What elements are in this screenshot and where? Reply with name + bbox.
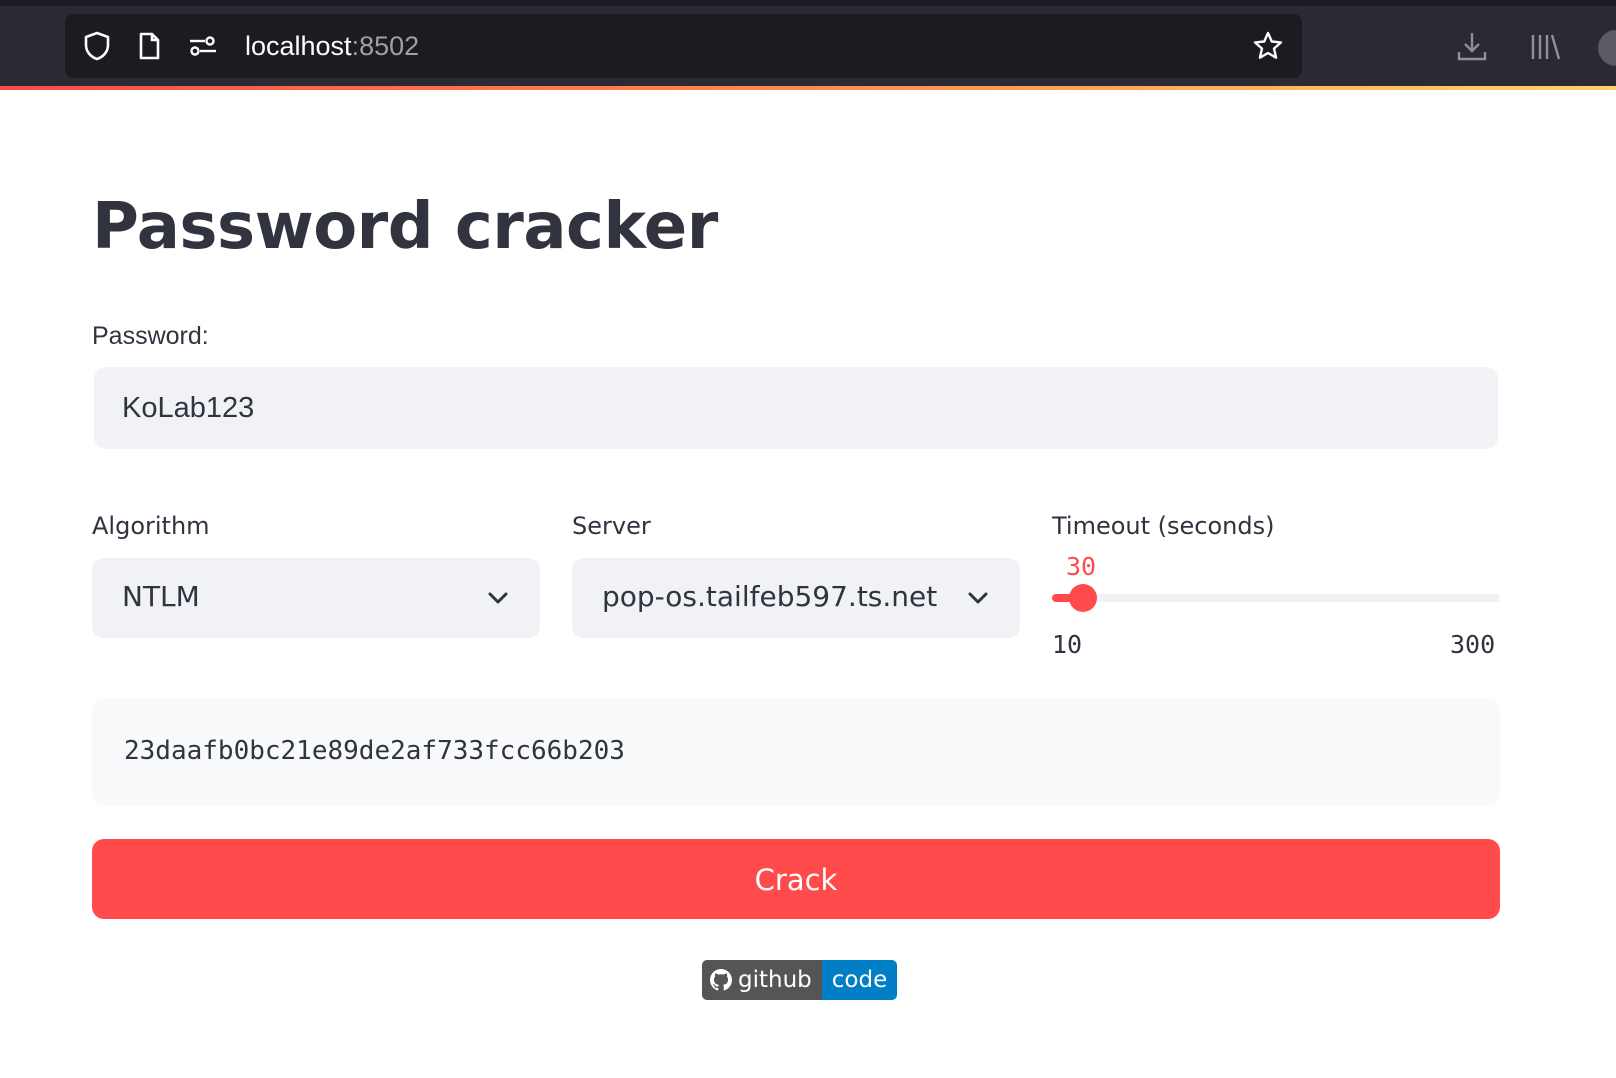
url-port: :8502 [351, 31, 420, 61]
page-title: Password cracker [92, 190, 718, 264]
slider-max-label: 300 [1450, 630, 1496, 659]
shield-icon[interactable] [81, 30, 113, 62]
password-label: Password: [92, 322, 209, 350]
github-icon [710, 969, 732, 991]
server-selected-value: pop-os.tailfeb597.ts.net [602, 580, 938, 613]
url-host: localhost [245, 31, 352, 61]
timeout-label: Timeout (seconds) [1052, 512, 1275, 540]
timeout-slider[interactable] [1052, 584, 1500, 612]
page-icon[interactable] [133, 30, 165, 62]
badge-right-text: code [831, 967, 888, 993]
crack-button[interactable]: Crack [92, 839, 1500, 919]
chevron-down-icon [968, 592, 988, 604]
badge-right: code [821, 960, 898, 1000]
browser-toolbar: localhost:8502 [0, 0, 1616, 86]
badge-left-text: github [738, 967, 812, 993]
hash-value: 23daafb0bc21e89de2af733fcc66b203 [124, 736, 625, 766]
downloads-icon[interactable] [1455, 30, 1489, 64]
account-icon[interactable] [1598, 30, 1616, 66]
address-bar[interactable]: localhost:8502 [65, 14, 1302, 78]
algorithm-select[interactable]: NTLM [92, 558, 540, 638]
server-label: Server [572, 512, 651, 540]
password-input[interactable]: KoLab123 [94, 367, 1498, 449]
chevron-down-icon [488, 592, 508, 604]
slider-min-label: 10 [1052, 630, 1083, 659]
library-icon[interactable] [1528, 30, 1562, 64]
slider-thumb[interactable] [1068, 584, 1097, 612]
badge-left: github [702, 960, 822, 1000]
algorithm-label: Algorithm [92, 512, 210, 540]
permissions-icon[interactable] [187, 30, 219, 62]
slider-current-value: 30 [1066, 552, 1097, 581]
server-select[interactable]: pop-os.tailfeb597.ts.net [572, 558, 1020, 638]
algorithm-selected-value: NTLM [122, 580, 200, 613]
bookmark-star-icon[interactable] [1252, 30, 1284, 62]
loading-bar [0, 86, 1616, 90]
hash-output: 23daafb0bc21e89de2af733fcc66b203 [92, 698, 1500, 806]
url-text[interactable]: localhost:8502 [245, 28, 419, 64]
github-code-badge[interactable]: github code [702, 960, 898, 1000]
